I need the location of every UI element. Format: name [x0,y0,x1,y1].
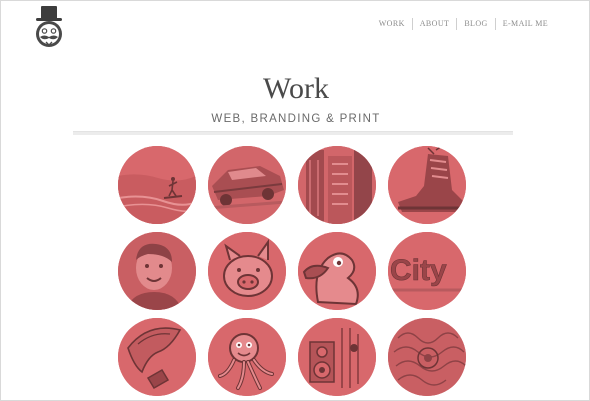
nav-about[interactable]: ABOUT [413,18,457,30]
boot-icon [388,146,466,224]
surfer-icon [118,146,196,224]
portfolio-item-pig[interactable] [208,232,286,310]
portfolio-item-boot[interactable] [388,146,466,224]
building-icon [298,146,376,224]
cartoon-duck-icon [298,232,376,310]
nav-email[interactable]: E-MAIL ME [496,18,555,30]
speaker-poster-icon [298,318,376,396]
portfolio-item-portrait[interactable] [118,232,196,310]
portfolio-item-pattern[interactable] [388,318,466,396]
portfolio-item-surfer[interactable] [118,146,196,224]
cartoon-pig-icon [208,232,286,310]
portfolio-item-duck[interactable] [298,232,376,310]
main-nav: WORK ABOUT BLOG E-MAIL ME [372,18,555,30]
portfolio-item-car[interactable] [208,146,286,224]
classic-car-icon [208,146,286,224]
nav-work[interactable]: WORK [372,18,412,30]
city-logo-icon: City [388,232,466,310]
portfolio-item-building[interactable] [298,146,376,224]
page-subtitle: WEB, BRANDING & PRINT [211,113,381,125]
nav-blog[interactable]: BLOG [457,18,494,30]
portfolio-item-speaker[interactable] [298,318,376,396]
ornate-pattern-icon [388,318,466,396]
boy-portrait-icon [118,232,196,310]
title-divider [73,131,513,135]
portfolio-item-hand[interactable] [118,318,196,396]
city-logo-text: City [390,254,447,287]
portfolio-item-monster[interactable] [208,318,286,396]
cartoon-monster-icon [208,318,286,396]
portfolio-item-city[interactable]: City [388,232,466,310]
page-title: Work [263,72,329,105]
logo[interactable] [31,5,67,49]
top-hat-mustache-mascot-icon [36,6,62,47]
hand-sketch-icon [118,318,196,396]
page-frame: WORK ABOUT BLOG E-MAIL ME Work WEB, BRAN… [0,0,590,401]
